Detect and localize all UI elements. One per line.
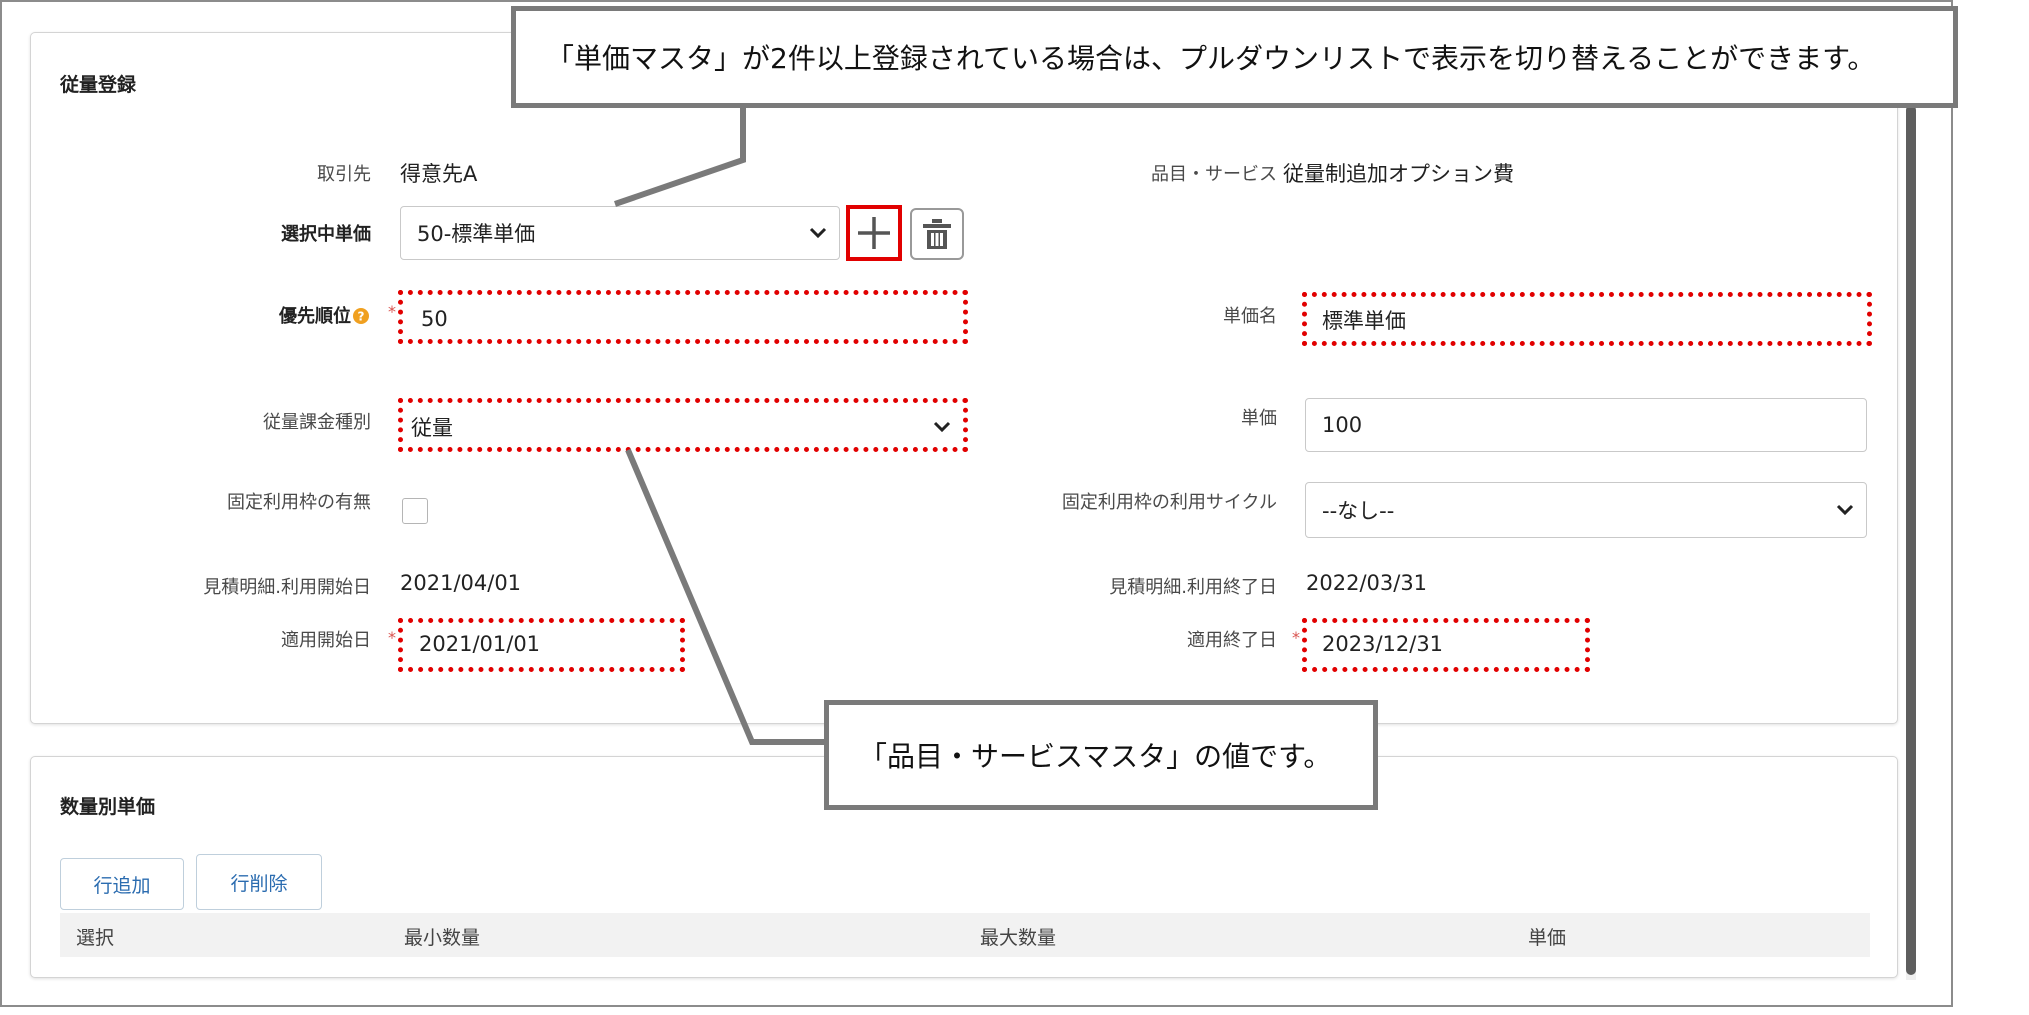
help-icon[interactable]: ?: [353, 308, 369, 324]
selected-price-label: 選択中単価: [281, 224, 371, 245]
add-row-button[interactable]: 行追加: [60, 858, 184, 910]
billing-type-label: 従量課金種別: [263, 412, 371, 433]
estimate-end-label: 見積明細.利用終了日: [1109, 577, 1277, 598]
priority-label: 優先順位?: [279, 302, 369, 328]
billing-type-select[interactable]: 従量: [402, 402, 964, 452]
chevron-down-icon: [1836, 504, 1854, 516]
fixed-quota-label: 固定利用枠の有無: [227, 492, 371, 513]
chevron-down-icon: [933, 421, 951, 433]
column-header-min-qty: 最小数量: [404, 927, 481, 949]
delete-row-button[interactable]: 行削除: [196, 854, 322, 910]
unit-price-label: 単価: [1241, 408, 1277, 429]
apply-start-label: 適用開始日: [281, 630, 371, 651]
price-name-input[interactable]: 標準単価: [1305, 295, 1867, 345]
selected-price-select[interactable]: 50-標準単価: [400, 206, 840, 260]
priority-input[interactable]: 50: [402, 294, 964, 344]
chevron-down-icon: [809, 227, 827, 239]
price-name-label: 単価名: [1223, 306, 1277, 327]
plus-icon: [858, 217, 890, 249]
column-header-select: 選択: [76, 927, 115, 949]
panel-title: 従量登録: [60, 74, 137, 96]
apply-end-input[interactable]: 2023/12/31: [1305, 620, 1585, 668]
unit-price-value: 100: [1322, 413, 1363, 437]
svg-text:?: ?: [358, 310, 365, 324]
apply-end-label: 適用終了日: [1187, 630, 1277, 651]
apply-start-value: 2021/01/01: [419, 632, 541, 656]
estimate-end-value: 2022/03/31: [1306, 571, 1428, 595]
apply-end-value: 2023/12/31: [1322, 632, 1444, 656]
unit-price-input[interactable]: 100: [1305, 398, 1867, 452]
delete-price-button[interactable]: [910, 208, 964, 260]
add-price-button[interactable]: [846, 205, 902, 261]
callout-bottom: 「品目・サービスマスタ」の値です。: [824, 700, 1378, 810]
estimate-start-value: 2021/04/01: [400, 571, 522, 595]
apply-end-required-mark: *: [1292, 628, 1300, 647]
apply-start-input[interactable]: 2021/01/01: [402, 620, 682, 668]
fixed-cycle-label: 固定利用枠の利用サイクル: [1061, 492, 1277, 513]
column-header-unit-price: 単価: [1528, 927, 1567, 949]
fixed-quota-checkbox[interactable]: [402, 498, 428, 524]
quantity-price-title: 数量別単価: [60, 796, 156, 818]
callout-top-text: 「単価マスタ」が2件以上登録されている場合は、プルダウンリストで表示を切り替える…: [546, 42, 1876, 75]
quantity-table-header: 選択 最小数量 最大数量 単価: [60, 913, 1870, 957]
fixed-cycle-value: --なし--: [1322, 499, 1395, 523]
selected-price-value: 50-標準単価: [417, 222, 536, 246]
fixed-cycle-select[interactable]: --なし--: [1305, 482, 1867, 538]
client-label: 取引先: [317, 164, 371, 185]
price-name-value: 標準単価: [1322, 309, 1406, 333]
callout-bottom-text: 「品目・サービスマスタ」の値です。: [859, 740, 1332, 773]
estimate-start-label: 見積明細.利用開始日: [203, 577, 371, 598]
item-value: 従量制追加オプション費: [1283, 162, 1514, 186]
column-header-max-qty: 最大数量: [980, 927, 1057, 949]
priority-required-mark: *: [388, 302, 396, 321]
callout-top: 「単価マスタ」が2件以上登録されている場合は、プルダウンリストで表示を切り替える…: [511, 6, 1958, 108]
billing-type-value: 従量: [411, 416, 453, 440]
usage-registration-panel: [30, 32, 1898, 724]
priority-value: 50: [421, 307, 448, 331]
item-label: 品目・サービス: [1151, 164, 1277, 185]
trash-icon: [923, 219, 951, 249]
apply-start-required-mark: *: [388, 628, 396, 647]
priority-label-text: 優先順位: [279, 306, 351, 327]
client-value: 得意先A: [400, 162, 478, 186]
scrollbar-thumb[interactable]: [1906, 105, 1916, 975]
